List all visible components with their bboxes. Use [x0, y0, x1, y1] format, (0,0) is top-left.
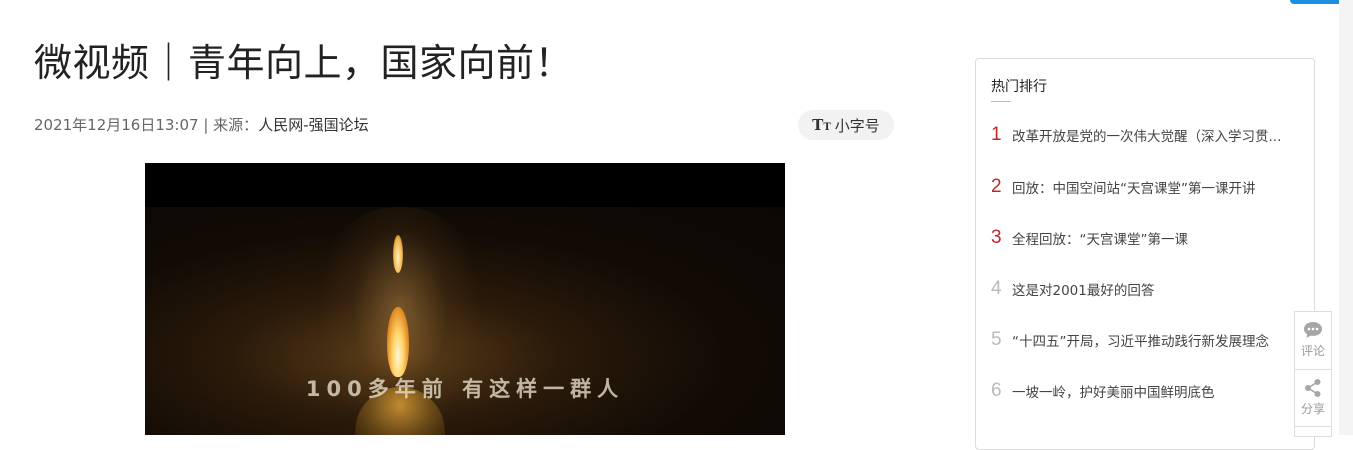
ranking-item-5[interactable]: 5 “十四五”开局，习近平推动践行新发展理念 [991, 328, 1292, 352]
hot-ranking-heading: 热门排行 [991, 79, 1047, 95]
video-player[interactable]: 100多年前 有这样一群人 [145, 163, 785, 435]
comment-icon [1304, 322, 1322, 338]
lamp-flame-image [387, 307, 409, 377]
share-icon [1305, 379, 1321, 397]
comment-button[interactable]: 评论 [1295, 312, 1331, 368]
ranking-number: 1 [991, 124, 1002, 145]
ranking-number: 4 [991, 278, 1002, 299]
ranking-link[interactable]: 全程回放：“天宫课堂”第一课 [1012, 228, 1292, 248]
source-name[interactable]: 人民网-强国论坛 [258, 116, 368, 134]
ranking-link[interactable]: 一坡一岭，护好美丽中国鲜明底色 [1012, 381, 1292, 401]
ranking-item-4[interactable]: 4 这是对2001最好的回答 [991, 277, 1292, 301]
video-subtitle: 100多年前 有这样一群人 [305, 377, 625, 401]
ranking-number: 3 [991, 227, 1002, 248]
comment-label: 评论 [1300, 344, 1325, 358]
lamp-flame-reflection-image [393, 235, 403, 273]
article-title: 微视频｜青年向上，国家向前！ [34, 41, 574, 85]
font-size-icon: TT [812, 116, 831, 134]
ranking-link[interactable]: “十四五”开局，习近平推动践行新发展理念 [1012, 330, 1292, 350]
ranking-number: 6 [991, 380, 1002, 401]
ranking-number: 5 [991, 329, 1002, 350]
page-scrollbar[interactable] [1339, 0, 1353, 435]
font-size-toggle-button[interactable]: TT 小字号 [798, 110, 894, 140]
ranking-item-1[interactable]: 1 改革开放是党的一次伟大觉醒（深入学习贯... [991, 123, 1292, 147]
heading-underline [991, 101, 1011, 102]
article-meta: 2021年12月16日13:07 | 来源：人民网-强国论坛 [34, 114, 369, 135]
publish-datetime: 2021年12月16日13:07 [34, 116, 199, 134]
ranking-number: 2 [991, 176, 1002, 197]
share-label: 分享 [1300, 402, 1325, 416]
video-frame[interactable]: 100多年前 有这样一群人 [145, 207, 785, 435]
ranking-link[interactable]: 改革开放是党的一次伟大觉醒（深入学习贯... [1012, 125, 1292, 145]
ranking-link[interactable]: 回放：中国空间站“天宫课堂”第一课开讲 [1012, 177, 1292, 197]
meta-separator: | [198, 116, 214, 134]
source-prefix: 来源： [213, 116, 259, 134]
ranking-item-2[interactable]: 2 回放：中国空间站“天宫课堂”第一课开讲 [991, 175, 1292, 199]
ranking-item-3[interactable]: 3 全程回放：“天宫课堂”第一课 [991, 226, 1292, 250]
ranking-item-6[interactable]: 6 一坡一岭，护好美丽中国鲜明底色 [991, 379, 1292, 403]
ranking-link[interactable]: 这是对2001最好的回答 [1012, 279, 1292, 299]
share-button[interactable]: 分享 [1295, 370, 1331, 426]
float-divider [1295, 426, 1331, 427]
floating-action-bar: 评论 分享 [1294, 311, 1332, 437]
font-size-label: 小字号 [834, 116, 880, 135]
hot-ranking-panel: 热门排行 1 改革开放是党的一次伟大觉醒（深入学习贯... 2 回放：中国空间站… [975, 58, 1315, 450]
